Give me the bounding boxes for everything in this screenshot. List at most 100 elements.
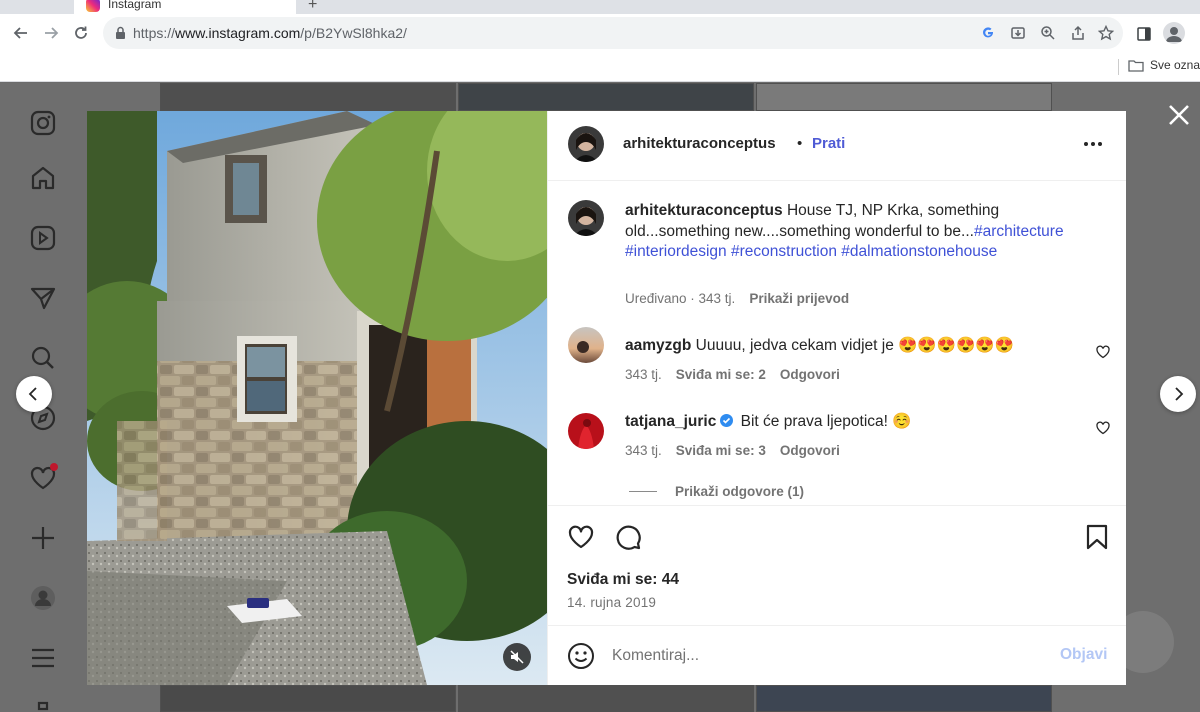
post-comment-button[interactable]: Objavi xyxy=(1060,646,1107,664)
share-icon[interactable] xyxy=(1069,24,1087,42)
url-text: https://www.instagram.com/p/B2YwSl8hka2/ xyxy=(133,25,407,41)
likes-count[interactable]: Sviđa mi se: 44 xyxy=(567,571,679,589)
close-modal-button[interactable] xyxy=(1166,102,1192,128)
address-bar[interactable]: https://www.instagram.com/p/B2YwSl8hka2/ xyxy=(103,17,1123,49)
hashtag[interactable]: #architecture xyxy=(974,223,1064,240)
bookmarks-bar: Sve oznake xyxy=(0,52,1200,82)
comments-section: arhitekturaconceptus House TJ, NP Krka, … xyxy=(548,181,1126,505)
chevron-left-icon xyxy=(28,387,37,401)
comment-username[interactable]: tatjana_juric xyxy=(625,413,716,430)
google-icon[interactable] xyxy=(979,24,997,42)
bookmark-star-icon[interactable] xyxy=(1097,24,1115,42)
post-caption: arhitekturaconceptus House TJ, NP Krka, … xyxy=(625,201,1065,263)
caption-username[interactable]: arhitekturaconceptus xyxy=(625,202,783,219)
instagram-favicon-icon xyxy=(86,0,100,12)
save-bookmark-icon[interactable] xyxy=(1083,523,1111,551)
caption-avatar[interactable] xyxy=(568,200,604,236)
search-icon[interactable] xyxy=(28,343,58,373)
menu-hamburger-icon[interactable] xyxy=(28,643,58,673)
post-actions: Sviđa mi se: 44 14. rujna 2019 xyxy=(548,505,1126,625)
like-comment-heart-icon[interactable] xyxy=(1096,345,1110,359)
post-video[interactable] xyxy=(87,111,547,685)
create-post-icon[interactable] xyxy=(28,523,58,553)
post-modal: arhitekturaconceptus • Prati arhitektura… xyxy=(87,111,1126,685)
folder-icon xyxy=(1128,59,1144,72)
hashtag[interactable]: #dalmationstonehouse xyxy=(841,243,997,260)
notification-dot xyxy=(50,463,58,471)
like-comment-heart-icon[interactable] xyxy=(1096,421,1110,435)
more-options-button[interactable] xyxy=(1084,142,1102,146)
header-separator: • xyxy=(797,135,803,152)
threads-icon[interactable] xyxy=(28,699,58,712)
grid-tile xyxy=(160,685,456,712)
notifications-heart-icon[interactable] xyxy=(28,463,58,493)
comment-bubble-icon[interactable] xyxy=(614,523,642,551)
grid-tile xyxy=(160,83,456,111)
tab-strip: Instagram + xyxy=(0,0,1200,14)
mute-button[interactable] xyxy=(503,643,531,671)
follow-button[interactable]: Prati xyxy=(812,135,845,152)
add-comment-bar: Objavi xyxy=(548,625,1126,685)
profile-avatar-icon[interactable] xyxy=(1163,22,1185,44)
stone-house-photo xyxy=(87,111,547,685)
comment-age: 343 tj. xyxy=(625,443,662,458)
back-button[interactable] xyxy=(8,20,34,46)
verified-badge-icon xyxy=(720,414,734,427)
reload-button[interactable] xyxy=(68,20,94,46)
commenter-avatar[interactable] xyxy=(568,327,604,363)
close-icon xyxy=(1169,105,1189,125)
new-tab-button[interactable]: + xyxy=(308,0,317,14)
comment-body: Bit će prava ljepotica! ☺️ xyxy=(740,413,912,430)
forward-button[interactable] xyxy=(38,20,64,46)
direct-messages-icon[interactable] xyxy=(28,283,58,313)
caption-meta: Uređivano · 343 tj. Prikaži prijevod xyxy=(625,291,849,306)
side-panel-icon[interactable] xyxy=(1135,25,1153,43)
grid-tile xyxy=(756,685,1052,712)
comment-input[interactable] xyxy=(612,642,1032,670)
author-avatar[interactable] xyxy=(568,126,604,162)
instagram-logo-icon[interactable] xyxy=(28,108,58,138)
hashtag[interactable]: #reconstruction xyxy=(731,243,837,260)
emoji-icon[interactable] xyxy=(567,642,595,670)
reply-button[interactable]: Odgovori xyxy=(780,443,840,458)
bookmarks-divider xyxy=(1118,59,1119,75)
reload-icon xyxy=(75,26,87,39)
volume-muted-icon xyxy=(510,650,524,664)
comment-body: Uuuuu, jedva cekam vidjet je 😍😍😍😍😍😍 xyxy=(695,337,1014,354)
install-app-icon[interactable] xyxy=(1009,24,1027,42)
tab-title: Instagram xyxy=(108,0,162,11)
comment-age: 343 tj. xyxy=(625,367,662,382)
comment-likes[interactable]: Sviđa mi se: 2 xyxy=(676,367,766,382)
reply-button[interactable]: Odgovori xyxy=(780,367,840,382)
comment-meta: 343 tj. Sviđa mi se: 2 Odgovori xyxy=(625,367,840,382)
author-username[interactable]: arhitekturaconceptus xyxy=(623,135,776,152)
comment-meta: 343 tj. Sviđa mi se: 3 Odgovori xyxy=(625,443,840,458)
zoom-icon[interactable] xyxy=(1039,24,1057,42)
view-replies-button[interactable]: Prikaži odgovore (1) xyxy=(629,484,804,499)
browser-tab[interactable]: Instagram xyxy=(74,0,296,14)
profile-icon[interactable] xyxy=(28,583,58,613)
grid-tile xyxy=(458,685,754,712)
post-date: 14. rujna 2019 xyxy=(567,595,657,610)
commenter-avatar[interactable] xyxy=(568,413,604,449)
browser-toolbar: https://www.instagram.com/p/B2YwSl8hka2/ xyxy=(0,14,1200,52)
grid-tile xyxy=(756,83,1052,111)
bookmarks-folder[interactable]: Sve oznake xyxy=(1128,58,1200,72)
comment-username[interactable]: aamyzgb xyxy=(625,337,691,354)
next-post-button[interactable] xyxy=(1160,376,1196,412)
post-header: arhitekturaconceptus • Prati xyxy=(548,111,1126,181)
view-replies-label: Prikaži odgovore (1) xyxy=(675,484,805,499)
like-heart-icon[interactable] xyxy=(567,523,595,551)
back-arrow-icon xyxy=(13,27,27,39)
forward-arrow-icon xyxy=(45,27,59,39)
hashtag[interactable]: #interiordesign xyxy=(625,243,727,260)
see-translation-button[interactable]: Prikaži prijevod xyxy=(749,291,849,306)
reels-icon[interactable] xyxy=(28,223,58,253)
home-icon[interactable] xyxy=(28,163,58,193)
post-details-panel: arhitekturaconceptus • Prati arhitektura… xyxy=(547,111,1126,685)
previous-post-button[interactable] xyxy=(16,376,52,412)
chevron-right-icon xyxy=(1175,387,1184,401)
replies-line xyxy=(629,491,657,492)
lock-icon xyxy=(116,26,125,39)
comment-likes[interactable]: Sviđa mi se: 3 xyxy=(676,443,766,458)
